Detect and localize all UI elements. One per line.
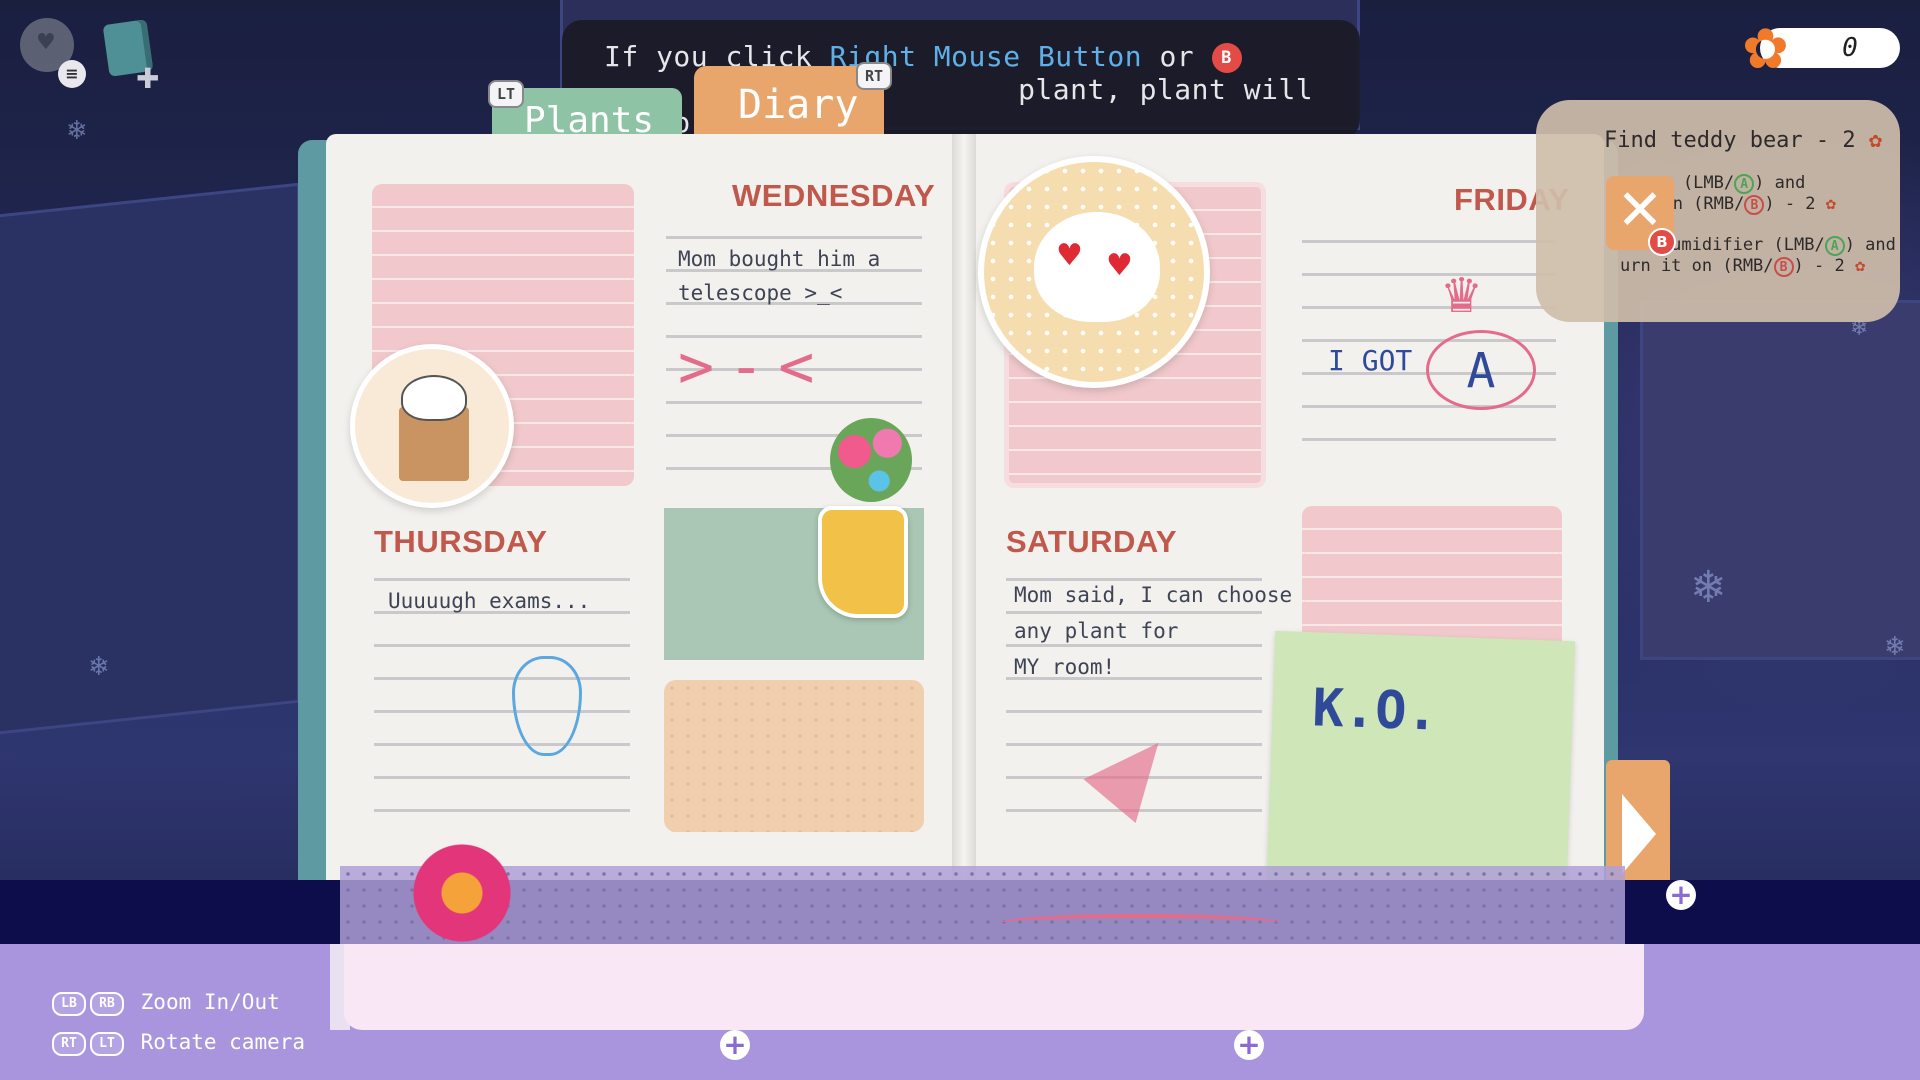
doodle-squint-face: >-< (678, 332, 829, 402)
quest-text: urn it on (RMB/ (1620, 256, 1774, 276)
snowflake-icon: ❄ (66, 116, 88, 146)
flowers-shape (830, 418, 912, 502)
cat-face-shape (1034, 212, 1160, 322)
diary-shortcut-button[interactable]: ✚ (102, 19, 168, 94)
quest-text: ) and (1754, 173, 1806, 193)
b-button-icon: B (1211, 43, 1242, 73)
close-button[interactable]: ✕ B (1606, 176, 1676, 256)
ruled-lines (1302, 210, 1556, 460)
grade-text: A (1466, 343, 1496, 399)
house-right (1640, 300, 1920, 660)
cat-in-bag-sticker (350, 344, 514, 508)
hint-text: or (1142, 40, 1212, 73)
a-button-icon: A (1824, 236, 1845, 256)
rt-button-icon: RT (856, 62, 892, 90)
control-label: Zoom In/Out (140, 990, 280, 1014)
cat-head-shape (401, 375, 467, 421)
snowflake-icon: ❄ (88, 652, 110, 682)
note-saturday-line-1: Mom said, I can choose (1014, 583, 1293, 607)
plus-icon[interactable]: + (1234, 1030, 1264, 1060)
note-thursday: Uuuuugh exams... (388, 589, 591, 613)
note-saturday-line-2: any plant for (1014, 619, 1179, 643)
leaf-icon: ✿ (1825, 194, 1837, 214)
leaf-icon: ✿ (1868, 128, 1883, 153)
b-button-icon: B (1744, 195, 1765, 215)
grade-circle: A (1426, 330, 1536, 410)
heart-eye-icon: ♥ (1056, 238, 1083, 273)
peach-note-card (664, 680, 924, 832)
vine-doodle (1000, 914, 1280, 932)
note-wednesday-line-1: Mom bought him a (678, 247, 881, 271)
menu-icon: ≡ (58, 60, 86, 88)
cat-hearts-sticker: ♥ ♥ (978, 156, 1210, 388)
ko-text: K.O. (1311, 678, 1439, 743)
settings-button[interactable]: ♥ ≡ (18, 16, 86, 88)
b-button-icon: B (1773, 257, 1794, 277)
control-hint-rotate: RT LT Rotate camera (52, 1030, 305, 1056)
snowflake-icon: ❄ (1690, 562, 1727, 613)
boot-flower-sticker (808, 418, 928, 624)
flower-currency-icon: ✿ (1742, 17, 1789, 82)
snowflake-icon: ❄ (1884, 632, 1906, 662)
pink-flower-sticker (402, 838, 522, 948)
note-wednesday-line-2: telescope >_< (678, 281, 843, 305)
plus-icon[interactable]: + (720, 1030, 750, 1060)
quest-line: urn it on (RMB/B) - 2 ✿ (1604, 256, 1900, 277)
leaf-icon: ✿ (1854, 256, 1866, 276)
rt-button-icon: RT (52, 1032, 86, 1056)
quest-item: Find teddy bear - 2 ✿ (1604, 128, 1900, 153)
quest-text: ) - 2 (1793, 256, 1845, 276)
plus-icon[interactable]: + (1666, 880, 1696, 910)
quest-text: ) and (1844, 235, 1896, 255)
note-friday: I GOT (1328, 344, 1413, 377)
heart-eye-icon: ♥ (1106, 248, 1133, 283)
b-button-icon: B (1648, 228, 1676, 256)
heart-icon: ♥ (36, 30, 56, 55)
lb-button-icon: LB (52, 992, 86, 1016)
note-saturday-line-3: MY room! (1014, 655, 1116, 679)
lt-button-icon: LT (90, 1032, 124, 1056)
control-label: Rotate camera (140, 1030, 306, 1054)
quest-panel: Find teddy bear - 2 ✿ amp (LMB/A) and t … (1536, 100, 1900, 322)
currency-value: 0 (1842, 33, 1858, 63)
arrow-right-icon (1622, 794, 1656, 874)
overlay-band-dotted (340, 866, 1625, 946)
crown-doodle-icon: ♛ (1440, 268, 1484, 324)
house-left (0, 182, 300, 738)
control-hint-zoom: LB RB Zoom In/Out (52, 990, 280, 1016)
yellow-boot-shape (818, 506, 908, 618)
a-button-icon: A (1734, 174, 1755, 194)
tab-diary-label: Diary (738, 82, 859, 128)
rb-button-icon: RB (90, 992, 124, 1016)
diary-spine (952, 134, 976, 894)
dpad-icon: ✚ (136, 62, 160, 95)
quest-text: ) - 2 (1764, 194, 1816, 214)
quest-text: Find teddy bear - 2 (1604, 128, 1856, 153)
bottom-panel (344, 944, 1644, 1030)
lt-button-icon: LT (488, 80, 524, 108)
